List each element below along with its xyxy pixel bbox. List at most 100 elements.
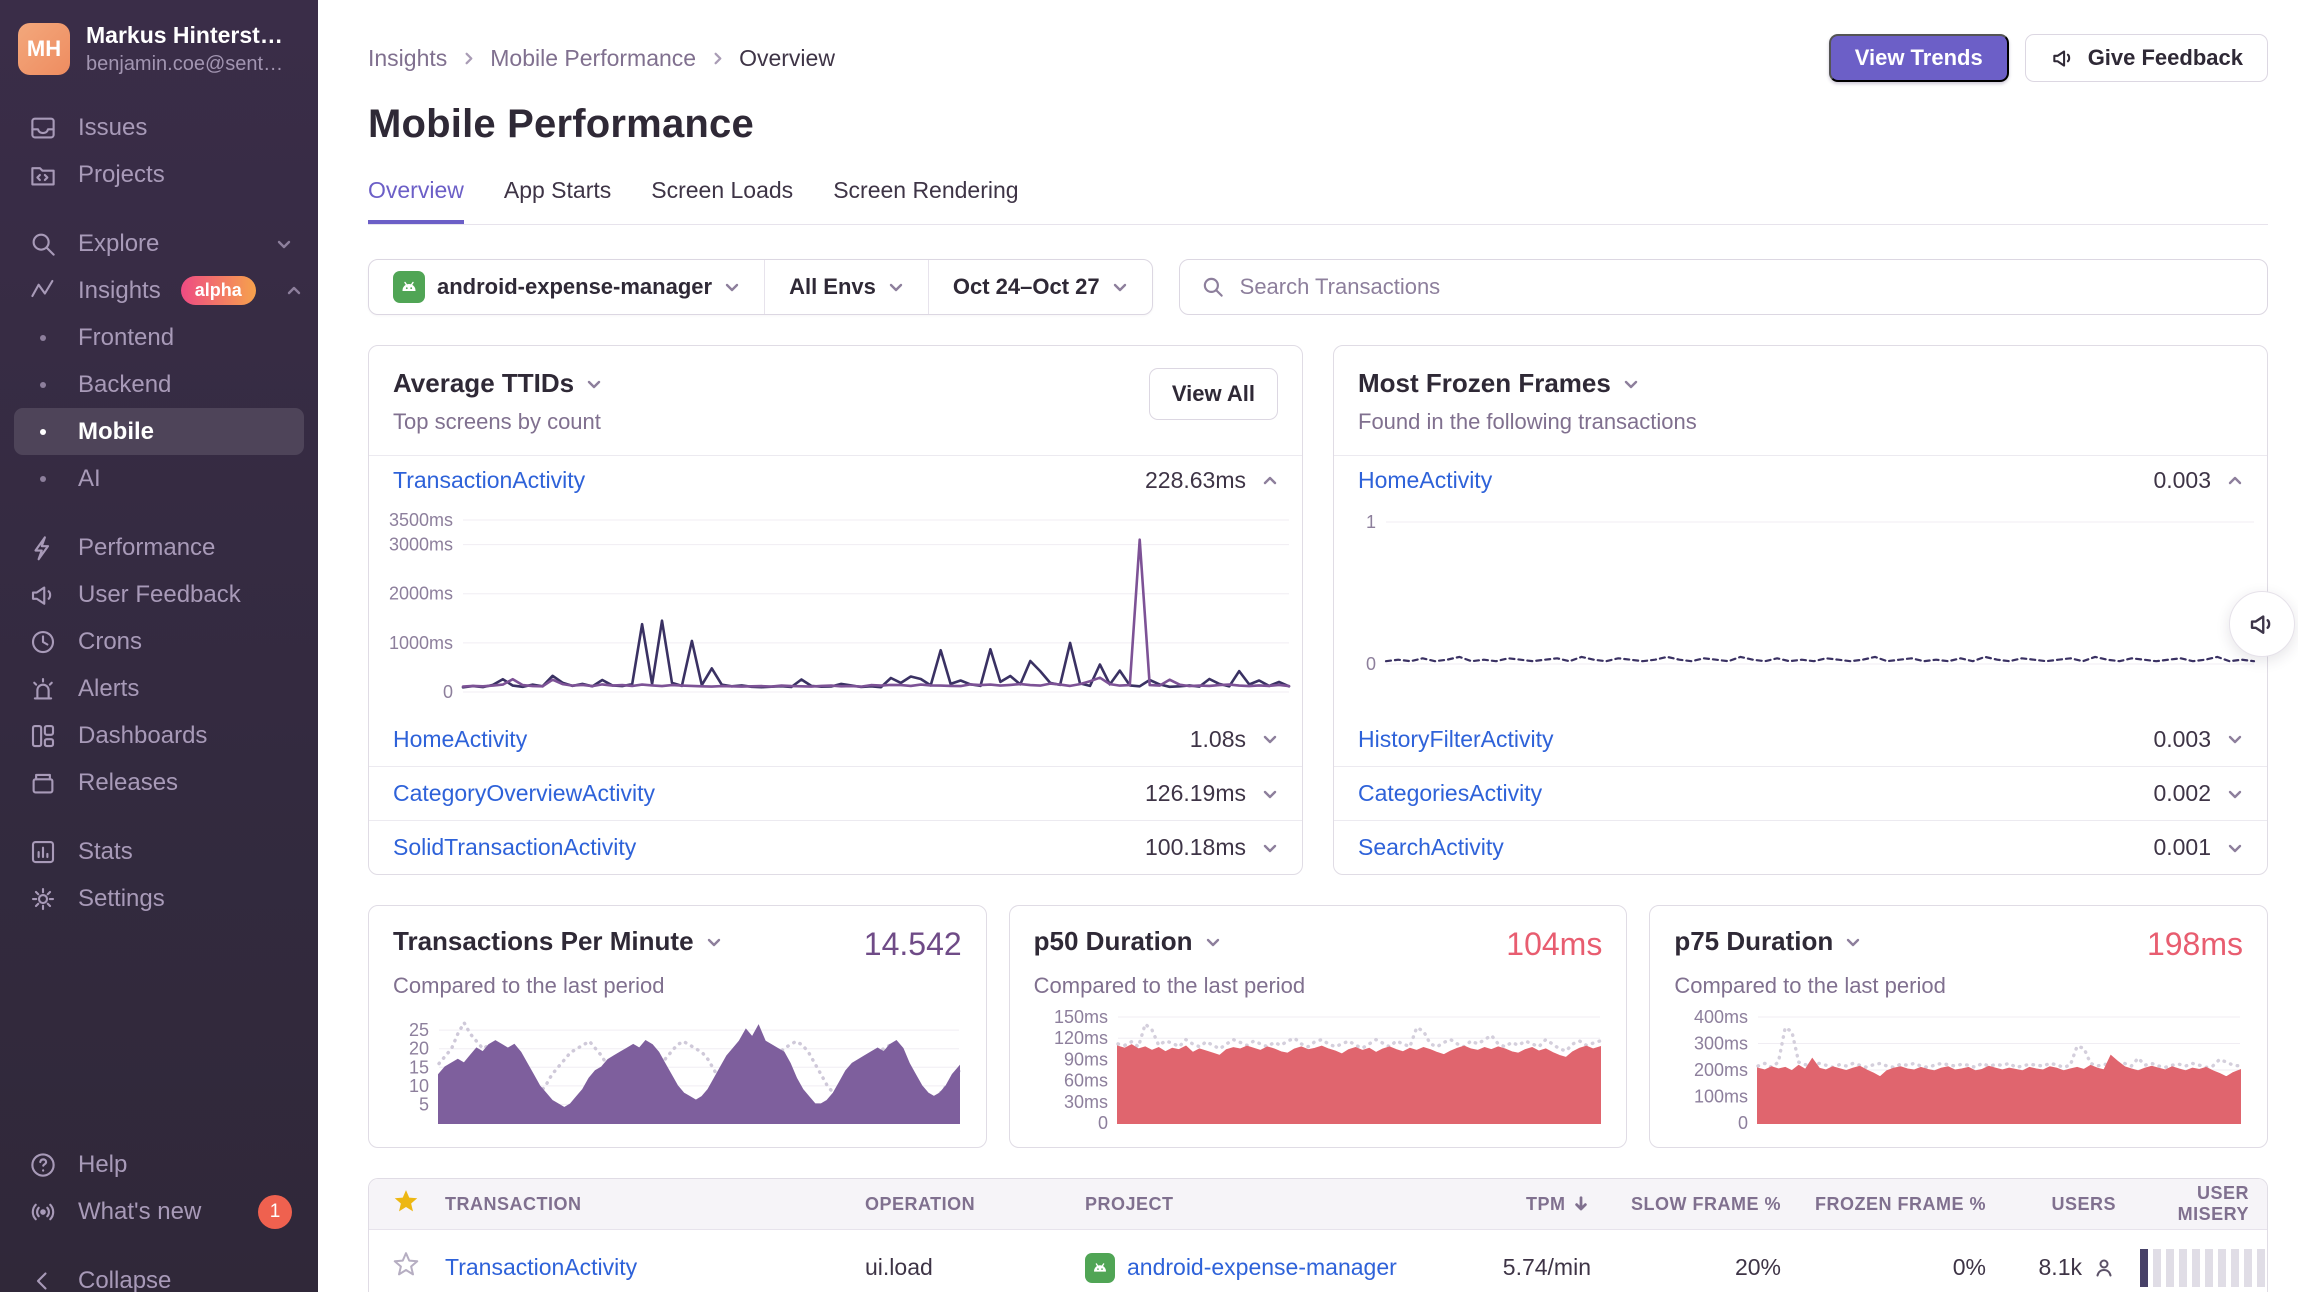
col-project[interactable]: PROJECT [1073, 1194, 1453, 1215]
sidebar-item-mobile[interactable]: Mobile [14, 408, 304, 455]
chevron-down-icon [706, 934, 722, 950]
frozen-row[interactable]: SearchActivity 0.001 [1334, 820, 2267, 874]
transaction-link[interactable]: TransactionActivity [445, 1254, 637, 1280]
project-link[interactable]: android-expense-manager [1127, 1254, 1397, 1281]
user-name: Markus Hinterst… [86, 22, 283, 49]
sidebar-item-explore[interactable]: Explore [14, 220, 304, 267]
tab-screen-loads[interactable]: Screen Loads [651, 177, 793, 224]
sidebar-item-frontend[interactable]: Frontend [14, 314, 304, 361]
transaction-link[interactable]: SolidTransactionActivity [393, 834, 1145, 861]
average-ttids-title[interactable]: Average TTIDs [393, 368, 1149, 399]
sidebar-item-releases[interactable]: Releases [14, 759, 304, 806]
table-header: TRANSACTION OPERATION PROJECT TPM SLOW F… [369, 1179, 2267, 1230]
col-user-misery[interactable]: USER MISERY [2128, 1183, 2267, 1225]
svg-text:2000ms: 2000ms [389, 583, 453, 603]
projects-icon [28, 160, 58, 190]
sidebar-item-projects[interactable]: Projects [14, 151, 304, 198]
android-icon [1085, 1253, 1115, 1283]
insights-icon [28, 276, 58, 306]
sidebar-item-backend[interactable]: Backend [14, 361, 304, 408]
bullet-icon [28, 476, 58, 482]
sidebar-item-dashboards[interactable]: Dashboards [14, 712, 304, 759]
breadcrumb: Insights Mobile Performance Overview [368, 45, 835, 72]
avatar: MH [18, 23, 70, 75]
svg-text:10: 10 [409, 1076, 429, 1096]
chevron-down-icon [1262, 731, 1278, 747]
sort-desc-icon [1571, 1194, 1591, 1214]
sidebar-item-alerts[interactable]: Alerts [14, 665, 304, 712]
archive-icon [28, 768, 58, 798]
transaction-link[interactable]: CategoriesActivity [1358, 780, 2153, 807]
col-frozen-frame[interactable]: FROZEN FRAME % [1793, 1194, 1998, 1215]
p75-subtitle: Compared to the last period [1674, 973, 2243, 999]
sidebar-menu: Issues Projects Explore Insights alpha F… [0, 104, 318, 922]
chevron-down-icon [1262, 786, 1278, 802]
tab-overview[interactable]: Overview [368, 177, 464, 224]
ttid-row[interactable]: HomeActivity 1.08s [369, 712, 1302, 766]
col-slow-frame[interactable]: SLOW FRAME % [1603, 1194, 1793, 1215]
transaction-link[interactable]: CategoryOverviewActivity [393, 780, 1145, 807]
frozen-row[interactable]: CategoriesActivity 0.002 [1334, 766, 2267, 820]
p75-value: 198ms [2147, 926, 2243, 963]
p50-title[interactable]: p50 Duration [1034, 926, 1221, 957]
tab-bar: Overview App Starts Screen Loads Screen … [368, 177, 2268, 225]
svg-text:5: 5 [419, 1094, 429, 1114]
sidebar-item-stats[interactable]: Stats [14, 828, 304, 875]
view-all-button[interactable]: View All [1149, 368, 1278, 420]
environment-selector[interactable]: All Envs [765, 260, 929, 314]
transaction-link[interactable]: SearchActivity [1358, 834, 2153, 861]
p75-title[interactable]: p75 Duration [1674, 926, 1861, 957]
ttid-row[interactable]: SolidTransactionActivity 100.18ms [369, 820, 1302, 874]
frozen-row[interactable]: HistoryFilterActivity 0.003 [1334, 712, 2267, 766]
breadcrumb-insights[interactable]: Insights [368, 45, 447, 72]
user-misery-cell [2128, 1249, 2268, 1287]
frozen-row-expanded[interactable]: HomeActivity 0.003 [1334, 456, 2267, 506]
search-icon [28, 229, 58, 259]
sidebar-item-performance[interactable]: Performance [14, 524, 304, 571]
give-feedback-button[interactable]: Give Feedback [2025, 34, 2268, 82]
transaction-link[interactable]: TransactionActivity [393, 467, 1145, 494]
tab-app-starts[interactable]: App Starts [504, 177, 611, 224]
frozen-frames-chart: 01 [1338, 506, 2257, 712]
p50-duration-card: p50 Duration 104ms Compared to the last … [1009, 905, 1628, 1148]
search-input[interactable] [1240, 274, 2247, 300]
view-trends-button[interactable]: View Trends [1829, 34, 2009, 82]
sidebar-item-settings[interactable]: Settings [14, 875, 304, 922]
sidebar-item-user-feedback[interactable]: User Feedback [14, 571, 304, 618]
transaction-link[interactable]: HomeActivity [1358, 467, 2153, 494]
user-menu[interactable]: MH Markus Hinterst… benjamin.coe@sent… [0, 0, 318, 76]
tpm-title[interactable]: Transactions Per Minute [393, 926, 722, 957]
megaphone-icon [28, 580, 58, 610]
sidebar-item-crons[interactable]: Crons [14, 618, 304, 665]
floating-feedback-button[interactable] [2229, 591, 2295, 657]
star-filled-icon[interactable] [391, 1187, 421, 1217]
ttid-row-expanded[interactable]: TransactionActivity 228.63ms [369, 456, 1302, 506]
star-outline-icon[interactable] [391, 1250, 421, 1280]
tab-screen-rendering[interactable]: Screen Rendering [833, 177, 1018, 224]
sidebar-item-help[interactable]: Help [14, 1141, 304, 1188]
sidebar-collapse-button[interactable]: Collapse [14, 1257, 304, 1292]
transaction-link[interactable]: HomeActivity [393, 726, 1190, 753]
chevron-right-icon [710, 51, 725, 66]
user-email: benjamin.coe@sent… [86, 53, 283, 76]
breadcrumb-mobile-performance[interactable]: Mobile Performance [490, 45, 696, 72]
col-tpm[interactable]: TPM [1453, 1194, 1603, 1215]
search-transactions-box[interactable] [1179, 259, 2268, 315]
chevron-down-icon [276, 236, 292, 252]
project-selector[interactable]: android-expense-manager [369, 260, 765, 314]
most-frozen-frames-title[interactable]: Most Frozen Frames [1358, 368, 2243, 399]
date-range-selector[interactable]: Oct 24–Oct 27 [929, 260, 1152, 314]
col-transaction[interactable]: TRANSACTION [433, 1194, 853, 1215]
col-users[interactable]: USERS [1998, 1194, 2128, 1215]
chevron-right-icon [461, 51, 476, 66]
svg-text:60ms: 60ms [1064, 1071, 1108, 1091]
breadcrumb-overview: Overview [739, 45, 835, 72]
ttid-row[interactable]: CategoryOverviewActivity 126.19ms [369, 766, 1302, 820]
transaction-link[interactable]: HistoryFilterActivity [1358, 726, 2153, 753]
tpm-chart: 510152025 [393, 1007, 962, 1129]
sidebar-item-whats-new[interactable]: What's new 1 [14, 1188, 304, 1235]
col-operation[interactable]: OPERATION [853, 1194, 1073, 1215]
sidebar-item-issues[interactable]: Issues [14, 104, 304, 151]
sidebar-item-ai[interactable]: AI [14, 455, 304, 502]
sidebar-item-insights[interactable]: Insights alpha [14, 267, 304, 314]
